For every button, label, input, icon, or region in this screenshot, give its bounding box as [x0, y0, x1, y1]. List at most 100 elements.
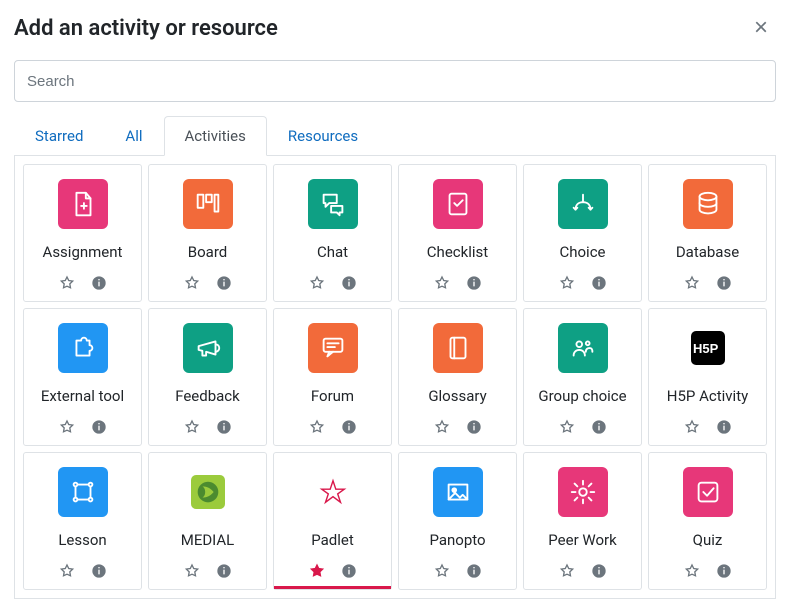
- star-icon[interactable]: [59, 563, 75, 579]
- info-icon[interactable]: [91, 275, 107, 291]
- info-icon[interactable]: [466, 419, 482, 435]
- star-icon[interactable]: [59, 275, 75, 291]
- activity-card-glossary[interactable]: Glossary: [398, 308, 517, 446]
- activity-label: Choice: [530, 243, 635, 263]
- activity-label: Quiz: [655, 531, 760, 551]
- forum-icon: [308, 323, 358, 373]
- activity-card-padlet[interactable]: Padlet: [273, 452, 392, 590]
- modal-header: Add an activity or resource ×: [14, 0, 776, 60]
- info-icon[interactable]: [716, 563, 732, 579]
- activity-label: Feedback: [155, 387, 260, 407]
- activity-grid: Assignment Board Chat Checklist: [23, 164, 767, 590]
- activity-card-h5p[interactable]: H5P H5P Activity: [648, 308, 767, 446]
- star-icon[interactable]: [684, 563, 700, 579]
- info-icon[interactable]: [91, 563, 107, 579]
- board-icon: [183, 179, 233, 229]
- star-icon[interactable]: [184, 275, 200, 291]
- star-icon[interactable]: [184, 419, 200, 435]
- activity-card-medial[interactable]: MEDIAL: [148, 452, 267, 590]
- info-icon[interactable]: [341, 563, 357, 579]
- activity-card-quiz[interactable]: Quiz: [648, 452, 767, 590]
- activity-label: H5P Activity: [655, 387, 760, 407]
- star-icon[interactable]: [309, 563, 325, 579]
- info-icon[interactable]: [216, 275, 232, 291]
- panopto-icon: [433, 467, 483, 517]
- activity-card-chat[interactable]: Chat: [273, 164, 392, 302]
- activity-card-peerwork[interactable]: Peer Work: [523, 452, 642, 590]
- activity-card-choice[interactable]: Choice: [523, 164, 642, 302]
- info-icon[interactable]: [91, 419, 107, 435]
- activity-label: Database: [655, 243, 760, 263]
- card-actions: [530, 275, 635, 291]
- card-actions: [30, 563, 135, 579]
- activity-card-checklist[interactable]: Checklist: [398, 164, 517, 302]
- info-icon[interactable]: [591, 419, 607, 435]
- card-actions: [655, 563, 760, 579]
- feedback-icon: [183, 323, 233, 373]
- activity-chooser-modal: Add an activity or resource × Starred Al…: [0, 0, 790, 613]
- info-icon[interactable]: [466, 563, 482, 579]
- info-icon[interactable]: [216, 563, 232, 579]
- activity-label: Panopto: [405, 531, 510, 551]
- star-icon[interactable]: [559, 563, 575, 579]
- activity-card-database[interactable]: Database: [648, 164, 767, 302]
- activity-label: Padlet: [280, 531, 385, 551]
- activity-label: Chat: [280, 243, 385, 263]
- info-icon[interactable]: [591, 275, 607, 291]
- activity-card-forum[interactable]: Forum: [273, 308, 392, 446]
- star-icon[interactable]: [684, 275, 700, 291]
- modal-title: Add an activity or resource: [14, 16, 278, 41]
- info-icon[interactable]: [716, 275, 732, 291]
- close-button[interactable]: ×: [750, 14, 772, 42]
- card-actions: [30, 419, 135, 435]
- card-actions: [405, 275, 510, 291]
- groupchoice-icon: [558, 323, 608, 373]
- info-icon[interactable]: [216, 419, 232, 435]
- star-icon[interactable]: [559, 419, 575, 435]
- search-input[interactable]: [14, 60, 776, 102]
- info-icon[interactable]: [591, 563, 607, 579]
- star-icon[interactable]: [434, 419, 450, 435]
- glossary-icon: [433, 323, 483, 373]
- peerwork-icon: [558, 467, 608, 517]
- star-icon[interactable]: [684, 419, 700, 435]
- choice-icon: [558, 179, 608, 229]
- activity-label: Glossary: [405, 387, 510, 407]
- quiz-icon: [683, 467, 733, 517]
- grid-wrap: Assignment Board Chat Checklist: [14, 156, 776, 599]
- activity-label: External tool: [30, 387, 135, 407]
- card-actions: [530, 419, 635, 435]
- tab-all[interactable]: All: [104, 116, 163, 156]
- star-icon[interactable]: [434, 563, 450, 579]
- star-icon[interactable]: [434, 275, 450, 291]
- activity-card-externaltool[interactable]: External tool: [23, 308, 142, 446]
- card-actions: [530, 563, 635, 579]
- activity-card-feedback[interactable]: Feedback: [148, 308, 267, 446]
- activity-card-assignment[interactable]: Assignment: [23, 164, 142, 302]
- checklist-icon: [433, 179, 483, 229]
- tab-resources[interactable]: Resources: [267, 116, 379, 156]
- info-icon[interactable]: [466, 275, 482, 291]
- info-icon[interactable]: [341, 419, 357, 435]
- card-actions: [280, 419, 385, 435]
- star-icon[interactable]: [559, 275, 575, 291]
- activity-label: Peer Work: [530, 531, 635, 551]
- star-icon[interactable]: [184, 563, 200, 579]
- externaltool-icon: [58, 323, 108, 373]
- assignment-icon: [58, 179, 108, 229]
- activity-label: Forum: [280, 387, 385, 407]
- activity-card-lesson[interactable]: Lesson: [23, 452, 142, 590]
- info-icon[interactable]: [716, 419, 732, 435]
- activity-card-board[interactable]: Board: [148, 164, 267, 302]
- star-icon[interactable]: [59, 419, 75, 435]
- activity-label: MEDIAL: [155, 531, 260, 551]
- star-icon[interactable]: [309, 275, 325, 291]
- tab-activities[interactable]: Activities: [164, 116, 267, 156]
- activity-card-groupchoice[interactable]: Group choice: [523, 308, 642, 446]
- info-icon[interactable]: [341, 275, 357, 291]
- activity-label: Lesson: [30, 531, 135, 551]
- tab-starred[interactable]: Starred: [14, 116, 104, 156]
- activity-card-panopto[interactable]: Panopto: [398, 452, 517, 590]
- starred-indicator: [274, 586, 391, 589]
- star-icon[interactable]: [309, 419, 325, 435]
